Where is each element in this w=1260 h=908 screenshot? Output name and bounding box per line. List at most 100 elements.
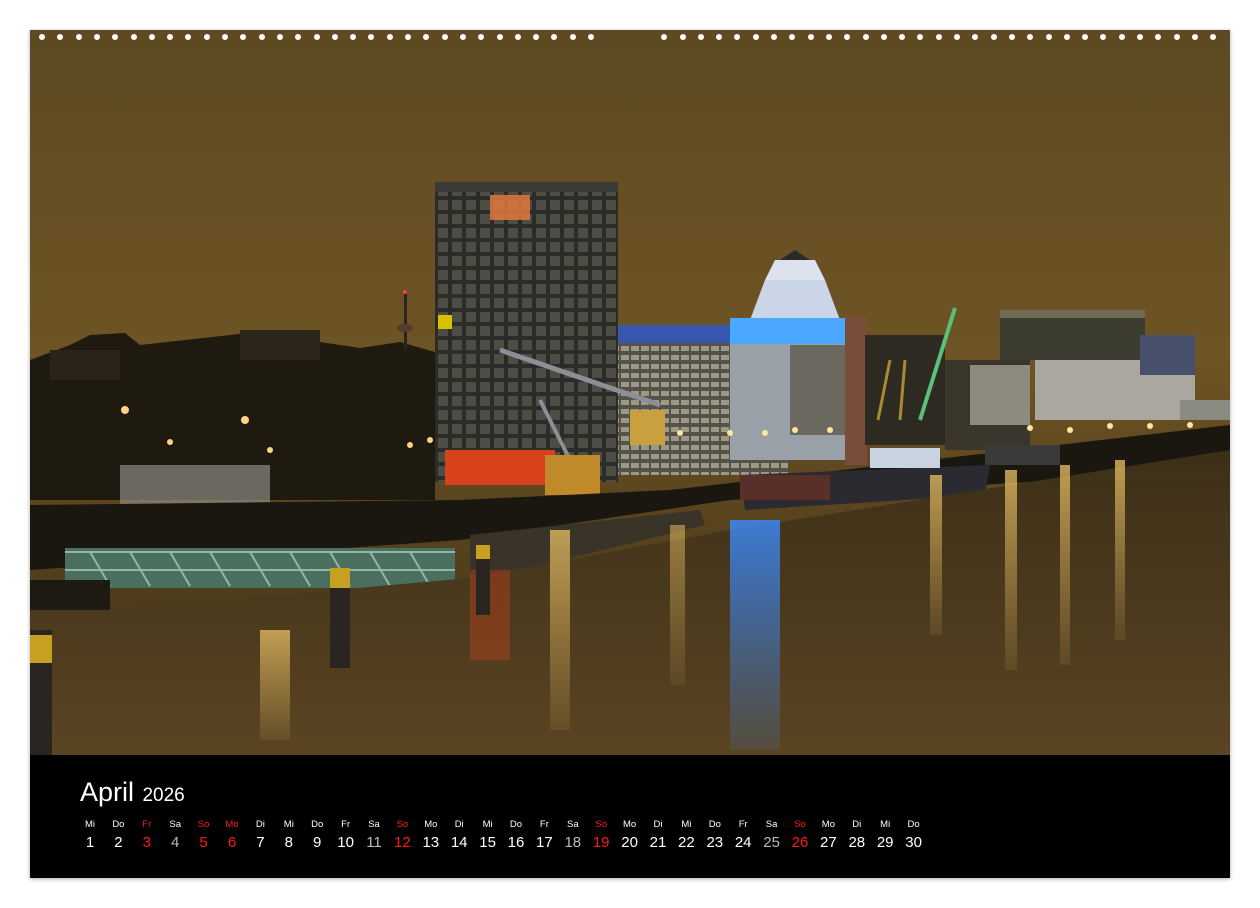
calendar-day: Do 9 [303, 817, 331, 853]
weekday-label: Do [907, 819, 920, 830]
calendar-day: Mi 1 [76, 817, 104, 853]
binding-hole [771, 34, 777, 40]
day-number: 28 [848, 834, 866, 851]
binding-hole [990, 34, 997, 40]
binding-hole [954, 34, 960, 40]
binding-hole [862, 34, 869, 40]
calendar-day: Do 16 [502, 817, 530, 853]
binding-hole [185, 34, 192, 40]
day-number: 18 [564, 834, 582, 851]
day-number: 1 [85, 834, 95, 851]
day-number: 4 [171, 834, 180, 851]
calendar-day: Do 23 [701, 817, 729, 853]
binding-hole [496, 34, 503, 40]
binding-hole [39, 34, 45, 40]
binding-hole [130, 34, 137, 40]
calendar-day: Sa 25 [758, 817, 786, 853]
day-number: 12 [394, 834, 411, 851]
weekday-label: Fr [738, 819, 748, 830]
day-number: 9 [313, 834, 322, 851]
binding-hole [331, 34, 338, 40]
binding-hole [807, 34, 814, 40]
binding-hole [716, 34, 723, 40]
day-number: 24 [734, 834, 752, 851]
day-number: 7 [256, 834, 265, 851]
calendar-day: Mo 6 [218, 817, 246, 853]
weekday-label: Do [708, 819, 721, 830]
calendar-day: Mo 20 [616, 817, 644, 853]
binding-hole [1118, 34, 1125, 40]
day-number: 21 [649, 834, 667, 851]
day-number: 2 [114, 834, 123, 851]
binding-hole [1063, 34, 1070, 40]
binding-hole [789, 34, 796, 40]
binding-hole [697, 34, 704, 40]
calendar-day: Mi 8 [275, 817, 303, 853]
day-number: 27 [820, 834, 837, 851]
binding-hole [240, 34, 247, 40]
binding-hole [917, 34, 924, 40]
calendar-day: Sa 11 [360, 817, 388, 853]
binding-hole [752, 34, 759, 40]
binding-hole [935, 34, 942, 40]
weekday-label: Mo [424, 819, 438, 830]
binding-hole [57, 34, 64, 40]
binding-hole [258, 34, 265, 40]
binding-hole [203, 34, 210, 40]
day-number: 20 [621, 834, 638, 851]
day-number: 23 [706, 834, 724, 851]
weekday-label: Fr [539, 819, 549, 830]
weekday-label: Sa [765, 819, 778, 830]
hanger-notch [611, 0, 649, 17]
binding-hole [93, 34, 100, 40]
binding-hole [350, 34, 357, 40]
binding-hole [313, 34, 320, 40]
calendar-day: So 12 [388, 817, 416, 853]
binding-hole [1008, 34, 1015, 40]
weekday-label: Mo [821, 819, 835, 830]
weekday-label: Do [509, 819, 523, 830]
binding-hole [588, 34, 594, 40]
weekday-label: Fr [341, 819, 351, 830]
day-number: 29 [876, 834, 894, 851]
binding-hole [514, 34, 521, 40]
day-number: 14 [450, 834, 468, 851]
binding-hole [734, 34, 741, 40]
weekday-label: Do [112, 819, 125, 830]
binding-hole [222, 34, 228, 40]
calendar-day: Di 21 [644, 817, 672, 853]
binding-hole [459, 34, 466, 40]
calendar-day: So 19 [587, 817, 615, 853]
binding-hole [1045, 34, 1052, 40]
binding-hole [551, 34, 558, 40]
binding-hole [405, 34, 411, 40]
weekday-label: So [595, 819, 607, 830]
weekday-label: So [197, 819, 210, 830]
weekday-label: Di [852, 819, 862, 830]
month-year: 2026 [142, 785, 185, 806]
day-number: 30 [905, 834, 922, 851]
calendar-day: Di 7 [246, 817, 274, 853]
weekday-label: So [794, 819, 806, 830]
weekday-label: Mi [880, 819, 891, 830]
binding-hole [661, 34, 668, 40]
month-title: April 2026 [80, 777, 185, 808]
weekday-label: Sa [368, 819, 380, 830]
day-number: 6 [227, 834, 237, 851]
binding-hole [167, 34, 174, 40]
day-number: 19 [592, 834, 610, 851]
binding-hole [1137, 34, 1143, 40]
day-number: 13 [422, 834, 440, 851]
weekday-label: Fr [142, 819, 152, 830]
binding-hole [1210, 34, 1217, 40]
day-number: 17 [536, 834, 553, 851]
calendar-day: Mi 15 [474, 817, 502, 853]
binding-hole [1027, 34, 1034, 40]
binding-hole [825, 34, 832, 40]
binding-hole [148, 34, 155, 40]
binding-hole [844, 34, 851, 40]
binding-hole [533, 34, 540, 40]
calendar-strip: April 2026 Mi 1 Do 2 Fr 3 Sa 4 So 5 Mo 6 Di 7 Mi 8 Do 9 Fr… [30, 755, 1230, 878]
binding-hole [1173, 34, 1180, 40]
day-number: 26 [791, 834, 809, 851]
